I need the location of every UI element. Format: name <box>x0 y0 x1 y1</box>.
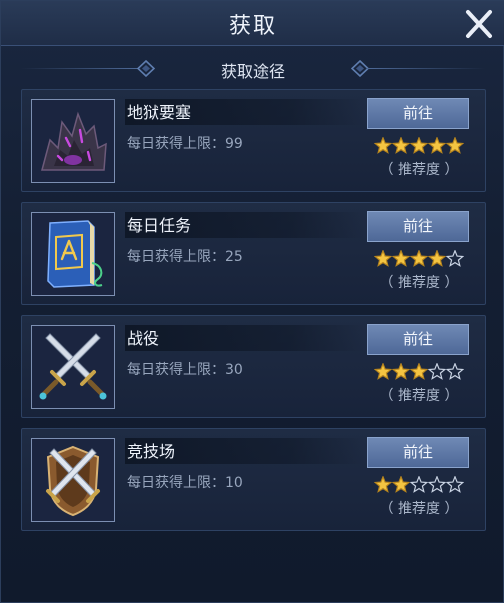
star-filled-icon <box>391 137 411 154</box>
go-button[interactable]: 前往 <box>367 324 469 355</box>
source-icon-frame <box>31 212 115 296</box>
go-button[interactable]: 前往 <box>367 211 469 242</box>
star-empty-icon <box>409 476 429 493</box>
daily-limit: 每日获得上限：99 <box>127 136 243 152</box>
source-card: 竞技场 每日获得上限：10 前往 （ 推荐度 ） <box>21 428 486 531</box>
star-filled-icon <box>409 137 429 154</box>
source-card: 战役 每日获得上限：30 前往 （ 推荐度 ） <box>21 315 486 418</box>
rating-stars <box>374 250 464 267</box>
rating-stars <box>374 137 464 154</box>
rating-stars <box>374 476 464 493</box>
go-button[interactable]: 前往 <box>367 98 469 129</box>
demon-fortress-icon <box>32 100 114 182</box>
star-filled-icon <box>391 363 411 380</box>
star-empty-icon <box>445 250 464 267</box>
star-filled-icon <box>391 476 411 493</box>
star-filled-icon <box>409 363 429 380</box>
star-empty-icon <box>445 476 464 493</box>
section-header: 获取途径 <box>1 53 504 85</box>
star-filled-icon <box>374 363 393 380</box>
recommend-label: （ 推荐度 ） <box>379 501 459 517</box>
divider-right <box>367 68 485 69</box>
star-filled-icon <box>409 250 429 267</box>
source-icon-frame <box>31 99 115 183</box>
recommend-label: （ 推荐度 ） <box>379 388 459 404</box>
recommend-label: （ 推荐度 ） <box>379 275 459 291</box>
source-icon-frame <box>31 325 115 409</box>
source-card: 地狱要塞 每日获得上限：99 前往 （ 推荐度 ） <box>21 89 486 192</box>
close-icon <box>466 10 492 38</box>
go-button[interactable]: 前往 <box>367 437 469 468</box>
source-name: 战役 <box>127 329 160 348</box>
crossed-swords-icon <box>32 326 114 408</box>
star-filled-icon <box>374 137 393 154</box>
star-filled-icon <box>374 250 393 267</box>
close-button[interactable] <box>463 9 495 39</box>
star-filled-icon <box>427 137 447 154</box>
title-bar: 获取 <box>1 1 504 46</box>
rating-stars <box>374 363 464 380</box>
star-empty-icon <box>427 476 447 493</box>
source-name: 竞技场 <box>127 442 176 461</box>
star-empty-icon <box>427 363 447 380</box>
arena-shield-icon <box>32 439 114 521</box>
section-title: 获取途径 <box>220 62 285 81</box>
daily-limit: 每日获得上限：10 <box>127 475 243 491</box>
daily-limit: 每日获得上限：25 <box>127 249 243 265</box>
source-name: 每日任务 <box>127 216 192 235</box>
name-backdrop <box>125 325 365 351</box>
star-filled-icon <box>427 250 447 267</box>
star-filled-icon <box>445 137 464 154</box>
star-filled-icon <box>391 250 411 267</box>
quest-book-icon <box>32 213 114 295</box>
dialog-title: 获取 <box>228 14 277 39</box>
acquire-dialog: 获取 获取途径 地狱要塞 每日获得上限：99 前往 （ 推荐度 ） 每日任务 每… <box>0 0 504 603</box>
source-name: 地狱要塞 <box>127 103 192 122</box>
source-card: 每日任务 每日获得上限：25 前往 （ 推荐度 ） <box>21 202 486 305</box>
source-icon-frame <box>31 438 115 522</box>
star-filled-icon <box>374 476 393 493</box>
recommend-label: （ 推荐度 ） <box>379 162 459 178</box>
daily-limit: 每日获得上限：30 <box>127 362 243 378</box>
star-empty-icon <box>445 363 464 380</box>
